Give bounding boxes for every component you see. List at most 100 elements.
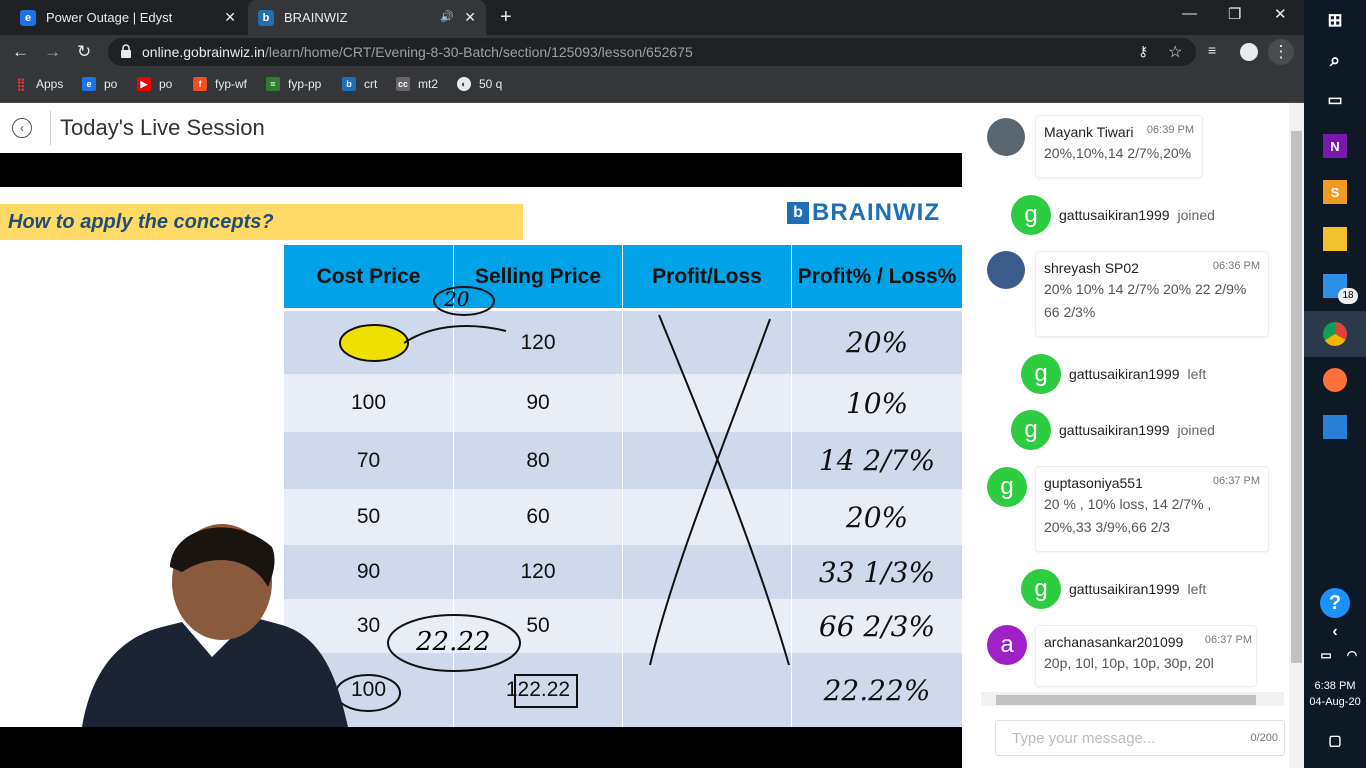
chat-text: 20p, 10l, 10p, 10p, 30p, 20l (1044, 655, 1214, 671)
profit-loss-table: Cost Price Selling Price Profit/Loss Pro… (284, 245, 962, 727)
brainwiz-icon: b (787, 202, 809, 224)
battery-icon[interactable]: ▭ (1314, 643, 1338, 667)
chat-input-placeholder: Type your message... (1012, 730, 1156, 747)
session-header: ‹ Today's Live Session (0, 103, 962, 153)
slide-heading-bar: How to apply the concepts? (0, 204, 523, 240)
forward-arrow-icon[interactable]: → (44, 42, 61, 62)
new-tab-button[interactable]: + (500, 6, 512, 29)
tab-title: Power Outage | Edyst (46, 10, 173, 25)
firefox-icon[interactable] (1323, 368, 1347, 392)
bookmark-crt[interactable]: b crt (342, 77, 377, 91)
avatar (987, 251, 1025, 289)
close-window-button[interactable]: ✕ (1274, 5, 1287, 23)
brainwiz-logo: b BRAINWIZ (787, 199, 940, 227)
search-icon[interactable]: ⌕ (1323, 48, 1347, 72)
youtube-icon: ▶ (137, 77, 151, 91)
page-title: Today's Live Session (60, 115, 265, 140)
menu-icon[interactable]: ⋮ (1268, 39, 1294, 65)
address-bar[interactable]: online.gobrainwiz.in/learn/home/CRT/Even… (108, 38, 1196, 66)
presenter-video (82, 524, 348, 727)
chat-time: 06:36 PM (1212, 260, 1260, 272)
avatar (987, 118, 1025, 156)
task-view-icon[interactable]: ▭ (1323, 88, 1347, 112)
key-icon[interactable]: ⚷ (1138, 43, 1148, 60)
back-arrow-icon[interactable]: ← (12, 42, 29, 62)
chrome-icon[interactable] (1323, 322, 1347, 346)
windows-start-icon[interactable]: ⊞ (1323, 8, 1347, 32)
bookmark-po-edyst[interactable]: e po (82, 77, 117, 91)
chat-event: g gattusaikiran1999 joined (1011, 195, 1215, 235)
tab-edyst[interactable]: e Power Outage | Edyst ✕ (8, 0, 246, 35)
highlight-circle (339, 324, 409, 362)
cc-icon: cc (396, 77, 410, 91)
photos-icon[interactable] (1323, 415, 1347, 439)
windows-taskbar: ⊞ ⌕ ▭ N S 18 ? ‹ ▭ ◠ 6:38 PM 04-Aug-20 ▢ (1304, 0, 1366, 768)
chat-event: g gattusaikiran1999 joined (1011, 410, 1215, 450)
chat-text: 20% 10% 14 2/7% 20% 22 2/9% 66 2/3% (1044, 281, 1247, 320)
back-circle-icon[interactable]: ‹ (12, 118, 32, 138)
chart-icon: ≈ (266, 77, 280, 91)
tab-bar: e Power Outage | Edyst ✕ b BRAINWIZ 🔊 ✕ … (0, 0, 1304, 35)
slide-heading: How to apply the concepts? (8, 211, 274, 233)
chat-message: archanasankar201099 06:37 PM 20p, 10l, 1… (1035, 625, 1257, 687)
connector-line (403, 325, 507, 344)
bookmark-apps[interactable]: ⣿ Apps (14, 77, 64, 91)
bookmark-50q[interactable]: ◐ 50 q (457, 77, 502, 91)
minimize-button[interactable]: — (1182, 5, 1197, 22)
handwriting-overlay (335, 286, 790, 712)
chat-hscrollbar-thumb[interactable] (996, 695, 1256, 705)
star-icon[interactable]: ☆ (1168, 42, 1182, 62)
avatar: g (1021, 569, 1061, 609)
url-path: /learn/home/CRT/Evening-8-30-Batch/secti… (264, 44, 693, 60)
notification-badge: 18 (1338, 288, 1358, 304)
clock-time[interactable]: 6:38 PM (1304, 680, 1366, 692)
chat-message: guptasoniya551 06:37 PM 20 % , 10% loss,… (1035, 466, 1269, 552)
avatar: g (987, 467, 1027, 507)
chat-time: 06:37 PM (1204, 634, 1252, 646)
slide: How to apply the concepts? b BRAINWIZ Cos… (0, 187, 962, 727)
clock-date[interactable]: 04-Aug-20 (1304, 696, 1366, 708)
bookmark-fyp-pp[interactable]: ≈ fyp-pp (266, 77, 321, 91)
file-explorer-icon[interactable] (1323, 227, 1347, 251)
video-player[interactable]: How to apply the concepts? b BRAINWIZ Cos… (0, 153, 962, 768)
edyst-icon: e (82, 77, 96, 91)
bookmark-po-youtube[interactable]: ▶ po (137, 77, 172, 91)
chat-event: g gattusaikiran1999 left (1021, 569, 1206, 609)
speaker-icon[interactable]: 🔊 (440, 10, 454, 23)
bookmarks-bar: ⣿ Apps e po ▶ po f fyp-wf ≈ fyp-pp b crt cc mt2… (0, 69, 1304, 103)
chat-event: g gattusaikiran1999 left (1021, 354, 1206, 394)
reload-icon[interactable]: ↻ (77, 42, 91, 62)
chat-panel: Mayank Tiwari 06:39 PM 20%,10%,14 2/7%,2… (962, 103, 1304, 768)
toolbar: ← → ↻ online.gobrainwiz.in/learn/home/CR… (0, 35, 1304, 69)
char-counter: 0/200 (1250, 732, 1278, 744)
cross-line (658, 314, 790, 666)
annotation-box (514, 674, 578, 708)
page-content: ‹ Today's Live Session How to apply the … (0, 103, 1304, 768)
chat-time: 06:39 PM (1146, 124, 1194, 136)
onenote-icon[interactable]: N (1323, 134, 1347, 158)
avatar: a (987, 625, 1027, 665)
chevron-left-icon[interactable]: ‹ (1323, 620, 1347, 644)
restore-button[interactable]: ❐ (1228, 5, 1241, 23)
divider (50, 111, 51, 145)
notifications-icon[interactable]: ▢ (1323, 728, 1347, 752)
close-icon[interactable]: ✕ (224, 9, 236, 26)
close-icon[interactable]: ✕ (464, 9, 476, 26)
tab-title: BRAINWIZ (284, 10, 348, 25)
chat-scrollbar-thumb[interactable] (1291, 131, 1302, 663)
figma-icon: f (193, 77, 207, 91)
chat-message-input[interactable]: Type your message... 0/200 (995, 720, 1285, 756)
avatar: g (1011, 195, 1051, 235)
chat-message: shreyash SP02 06:36 PM 20% 10% 14 2/7% 2… (1035, 251, 1269, 337)
help-icon[interactable]: ? (1320, 588, 1350, 618)
brainwiz-icon: b (342, 77, 356, 91)
bookmark-mt2[interactable]: cc mt2 (396, 77, 438, 91)
media-icon[interactable]: ≡ (1208, 42, 1216, 58)
wifi-icon[interactable]: ◠ (1340, 643, 1364, 667)
chat-time: 06:37 PM (1212, 475, 1260, 487)
cross-line (649, 318, 771, 666)
profile-icon[interactable] (1240, 43, 1258, 61)
sublime-icon[interactable]: S (1323, 180, 1347, 204)
bookmark-fyp-wf[interactable]: f fyp-wf (193, 77, 247, 91)
tab-brainwiz[interactable]: b BRAINWIZ 🔊 ✕ (248, 0, 486, 35)
